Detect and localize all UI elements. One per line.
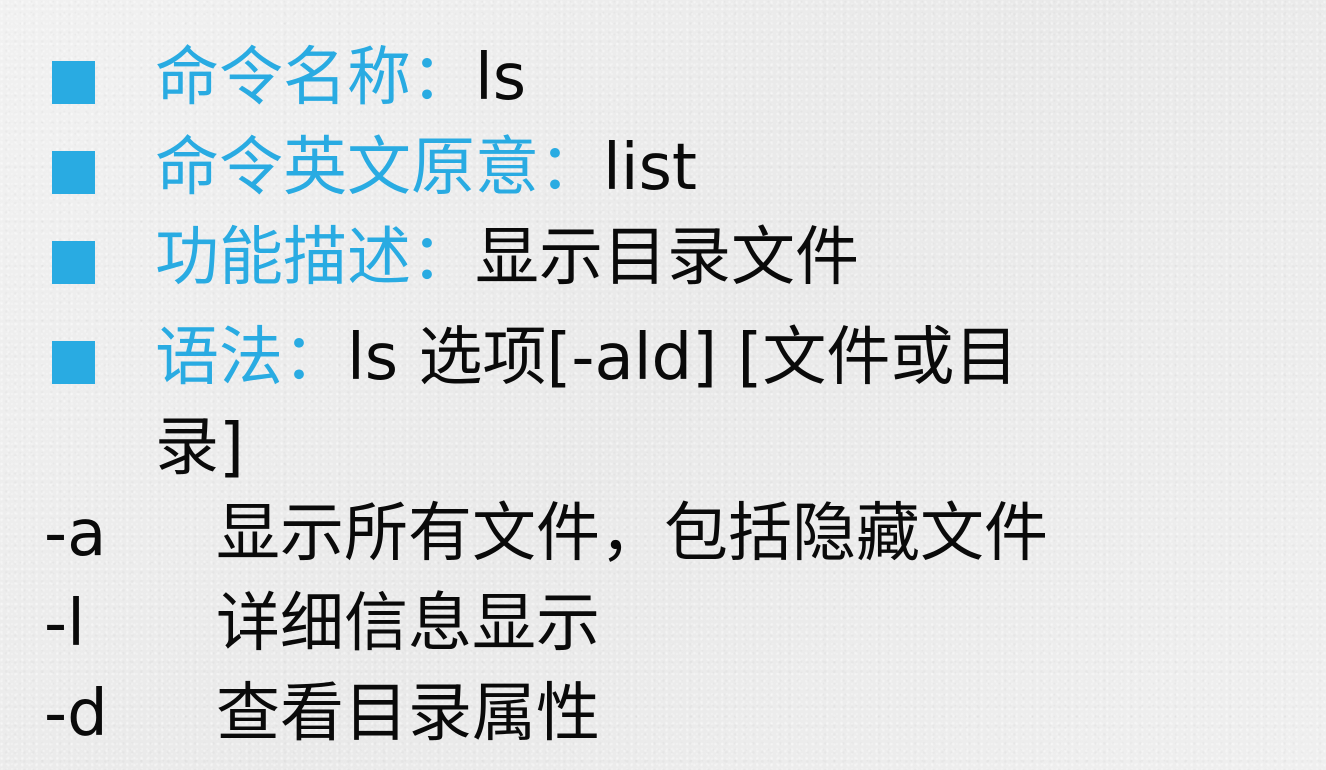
bullet-value: ls 选项[-ald] [文件或目 <box>347 321 1019 395</box>
bullet-text: 语法：ls 选项[-ald] [文件或目 <box>155 318 1018 398</box>
bullet-value: 显示目录文件 <box>475 221 859 295</box>
bullet-label: 功能描述： <box>155 221 475 295</box>
option-flag: -l <box>44 587 85 661</box>
option-description: 显示所有文件，包括隐藏文件 <box>216 497 1048 571</box>
square-bullet-icon <box>52 241 95 284</box>
bullet-label: 命令英文原意： <box>155 131 603 205</box>
bullet-label: 命令名称： <box>155 41 475 115</box>
bullet-text: 命令英文原意：list <box>155 128 697 208</box>
square-bullet-icon <box>52 151 95 194</box>
bullet-label: 语法： <box>155 321 347 395</box>
option-description: 查看目录属性 <box>216 677 600 751</box>
bullet-text: 命令名称：ls <box>155 38 526 118</box>
option-flag: -d <box>44 677 108 751</box>
bullet-value: ls <box>475 41 527 115</box>
square-bullet-icon <box>52 61 95 104</box>
option-description: 详细信息显示 <box>216 587 600 661</box>
option-flag: -a <box>44 497 107 571</box>
square-bullet-icon <box>52 341 95 384</box>
bullet-value: list <box>603 131 697 205</box>
slide: 命令名称：ls 命令英文原意：list 功能描述：显示目录文件 语法：ls 选项… <box>0 0 1326 770</box>
syntax-continuation: 录] <box>155 411 244 485</box>
bullet-text: 功能描述：显示目录文件 <box>155 218 859 298</box>
